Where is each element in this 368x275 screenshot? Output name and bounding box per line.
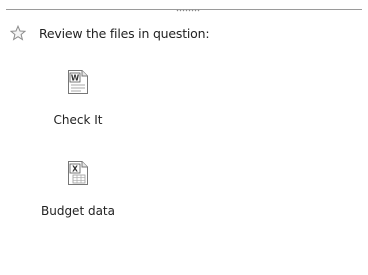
excel-spreadsheet-icon: X xyxy=(68,161,88,185)
word-document-icon: W xyxy=(68,70,88,94)
resize-grip-handle[interactable] xyxy=(176,9,200,12)
svg-text:W: W xyxy=(71,74,80,83)
message-header: Review the files in question: xyxy=(10,24,210,42)
star-icon[interactable] xyxy=(10,25,26,41)
message-text: Review the files in question: xyxy=(39,25,210,41)
attachment-word-document[interactable]: W Check It xyxy=(40,69,116,127)
svg-text:X: X xyxy=(72,165,78,174)
message-pane: Review the files in question: W Check It… xyxy=(0,0,368,275)
attachment-label[interactable]: Budget data xyxy=(41,204,115,218)
attachment-label[interactable]: Check It xyxy=(54,113,103,127)
attachment-excel-spreadsheet[interactable]: X Budget data xyxy=(30,160,126,218)
